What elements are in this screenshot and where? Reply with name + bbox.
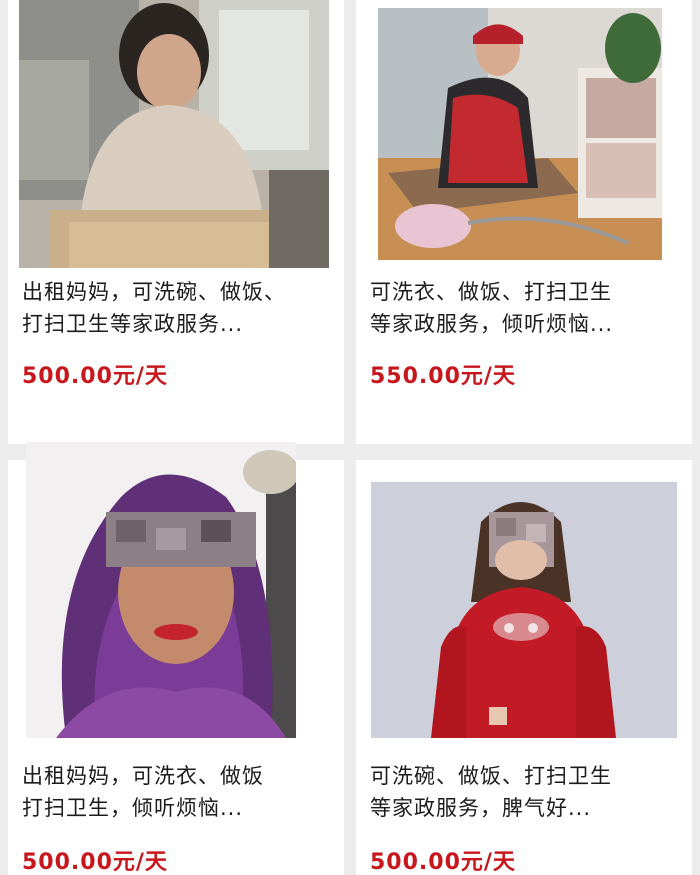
listing-title-line: 等家政服务，倾听烦恼...	[370, 312, 614, 336]
listing-price: 500.00元/天	[22, 364, 168, 389]
listing-price: 500.00元/天	[370, 850, 516, 875]
listing-title[interactable]: 出租妈妈，可洗衣、做饭 打扫卫生，倾听烦恼...	[22, 760, 342, 824]
listing-photo[interactable]	[378, 8, 662, 260]
listing-title-line: 打扫卫生等家政服务...	[22, 312, 244, 336]
listing-title-line: 等家政服务，脾气好...	[370, 796, 592, 820]
listing-photo[interactable]	[371, 482, 677, 738]
listing-title-line: 出租妈妈，可洗碗、做饭、	[22, 280, 286, 304]
listing-grid: 出租妈妈，可洗碗、做饭、 打扫卫生等家政服务... 500.00元/天 可洗衣、…	[0, 0, 700, 875]
listing-price: 550.00元/天	[370, 364, 516, 389]
listing-photo[interactable]	[19, 0, 329, 268]
listing-title-line: 可洗衣、做饭、打扫卫生	[370, 280, 612, 304]
listing-title[interactable]: 出租妈妈，可洗碗、做饭、 打扫卫生等家政服务...	[22, 276, 342, 340]
listing-card[interactable]: 可洗碗、做饭、打扫卫生 等家政服务，脾气好... 500.00元/天	[356, 460, 692, 875]
listing-photo[interactable]	[26, 442, 296, 738]
listing-title-line: 出租妈妈，可洗衣、做饭	[22, 764, 264, 788]
listing-card[interactable]: 出租妈妈，可洗衣、做饭 打扫卫生，倾听烦恼... 500.00元/天	[8, 442, 344, 875]
listing-title[interactable]: 可洗碗、做饭、打扫卫生 等家政服务，脾气好...	[370, 760, 690, 824]
listing-title-line: 可洗碗、做饭、打扫卫生	[370, 764, 612, 788]
listing-card[interactable]: 出租妈妈，可洗碗、做饭、 打扫卫生等家政服务... 500.00元/天	[8, 0, 344, 444]
listing-card[interactable]: 可洗衣、做饭、打扫卫生 等家政服务，倾听烦恼... 550.00元/天	[356, 0, 692, 444]
listing-title[interactable]: 可洗衣、做饭、打扫卫生 等家政服务，倾听烦恼...	[370, 276, 690, 340]
listing-title-line: 打扫卫生，倾听烦恼...	[22, 796, 244, 820]
listing-price: 500.00元/天	[22, 850, 168, 875]
